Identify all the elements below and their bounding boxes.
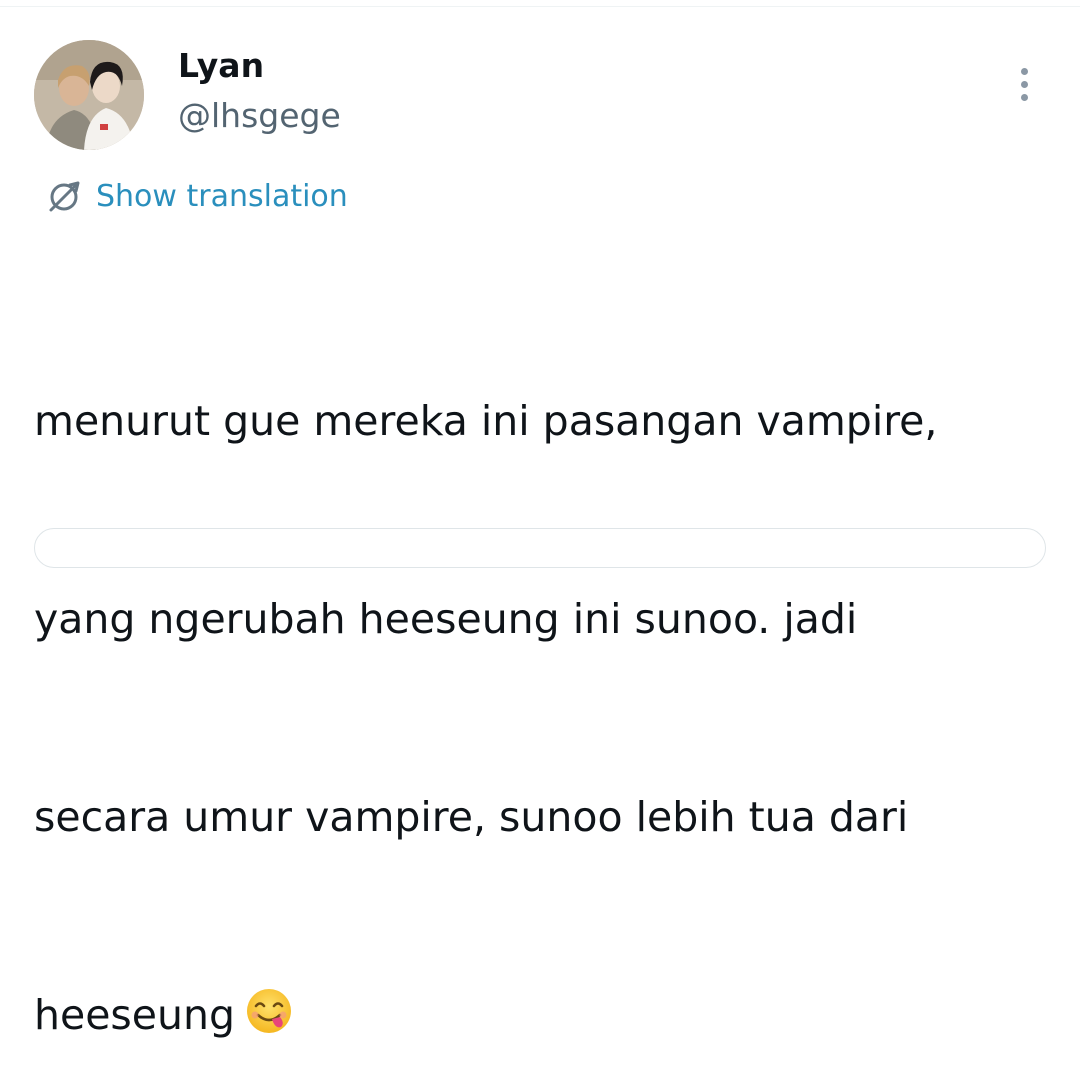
face-savoring-food-emoji <box>247 989 292 1033</box>
more-vertical-icon-dot-2 <box>1020 80 1028 88</box>
tweet-line: secara umur vampire, sunoo lebih tua dar… <box>34 793 909 841</box>
quoted-card[interactable] <box>34 528 1046 568</box>
tweet-line: yang ngerubah heeseung ini sunoo. jadi <box>34 595 858 643</box>
top-divider <box>0 6 1080 7</box>
tweet-line-last-text: heeseung <box>34 991 236 1039</box>
show-translation-button[interactable]: Show translation <box>46 176 348 218</box>
tweet-line-last: heeseung <box>34 982 1064 1048</box>
tweet-text: menurut gue mereka ini pasangan vampire,… <box>34 256 1064 1084</box>
profile-photo <box>34 40 144 150</box>
tweet-line: menurut gue mereka ini pasangan vampire, <box>34 397 938 445</box>
more-vertical-icon-dot-3 <box>1020 93 1028 101</box>
avatar[interactable] <box>34 40 144 150</box>
user-handle[interactable]: @lhsgege <box>178 96 341 136</box>
more-vertical-icon <box>1020 67 1028 75</box>
translate-icon <box>49 181 80 212</box>
display-name[interactable]: Lyan <box>178 46 264 86</box>
more-options-button[interactable] <box>1006 62 1042 106</box>
show-translation-label: Show translation <box>96 179 348 214</box>
